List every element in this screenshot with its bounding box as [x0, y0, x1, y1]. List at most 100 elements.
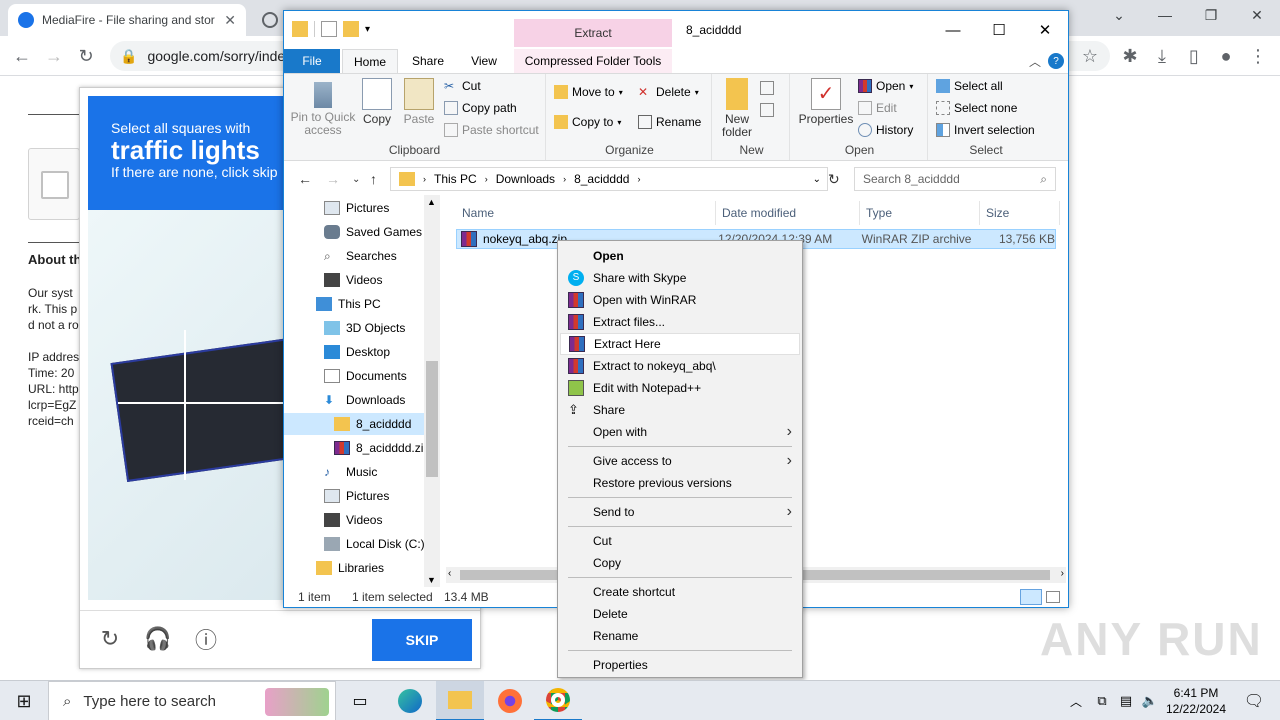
copy-path-button[interactable]: Copy path: [444, 98, 517, 118]
select-all-button[interactable]: Select all: [936, 76, 1003, 96]
bookmark-star-icon[interactable]: ☆: [1078, 44, 1102, 68]
chrome-icon[interactable]: [534, 681, 582, 720]
menu-item-cut[interactable]: Cut: [560, 530, 800, 552]
menu-item-copy[interactable]: Copy: [560, 552, 800, 574]
nav-item-desktop[interactable]: Desktop: [284, 341, 424, 363]
tab-view[interactable]: View: [458, 49, 510, 73]
tab-file[interactable]: File: [284, 49, 340, 73]
copy-button[interactable]: Copy: [360, 78, 394, 126]
column-size[interactable]: Size: [980, 201, 1060, 225]
network-icon[interactable]: ▤: [1114, 681, 1138, 720]
download-icon[interactable]: ⤓: [1150, 44, 1174, 68]
minimize-button[interactable]: —: [930, 17, 976, 43]
menu-item-open[interactable]: Open: [560, 245, 800, 267]
taskbar-search-input[interactable]: ⌕ Type here to search: [48, 681, 336, 720]
reload-challenge-icon[interactable]: ↻: [96, 625, 124, 653]
notification-icon[interactable]: 🗨: [1234, 681, 1274, 720]
volume-icon[interactable]: 🔈: [1138, 681, 1162, 720]
tab-search-icon[interactable]: ⌄: [1096, 0, 1142, 30]
breadcrumb[interactable]: › This PC › Downloads › 8_acidddd › ⌄: [390, 167, 828, 191]
menu-item-rename[interactable]: Rename: [560, 625, 800, 647]
menu-item-open-with[interactable]: Open with ›: [560, 421, 800, 443]
customize-qat-icon[interactable]: ▾: [365, 24, 370, 35]
tab-home[interactable]: Home: [342, 49, 398, 73]
tab-other[interactable]: [252, 4, 282, 36]
menu-item-share-skype[interactable]: S Share with Skype: [560, 267, 800, 289]
nav-item-8-acidddd[interactable]: 8_acidddd: [284, 413, 424, 435]
nav-scrollbar[interactable]: ▲ ▼: [424, 195, 440, 587]
edit-button[interactable]: Edit: [858, 98, 897, 118]
menu-item-notepad[interactable]: Edit with Notepad++: [560, 377, 800, 399]
close-window-icon[interactable]: ✕: [1234, 0, 1280, 30]
menu-item-extract-here[interactable]: Extract Here: [560, 333, 800, 355]
menu-item-give-access[interactable]: Give access to ›: [560, 450, 800, 472]
scroll-left-icon[interactable]: ‹: [448, 568, 451, 579]
minimize-icon[interactable]: —: [1142, 0, 1188, 30]
nav-item-3d-objects[interactable]: 3D Objects: [284, 317, 424, 339]
scroll-thumb[interactable]: [426, 361, 438, 477]
network-adapter-icon[interactable]: ⧉: [1090, 681, 1114, 720]
menu-item-open-winrar[interactable]: Open with WinRAR: [560, 289, 800, 311]
back-icon[interactable]: ←: [298, 171, 312, 187]
scroll-down-icon[interactable]: ▼: [427, 575, 436, 585]
tab-compressed-folder-tools[interactable]: Compressed Folder Tools: [514, 49, 672, 73]
file-explorer-taskbar-icon[interactable]: [436, 681, 484, 720]
pin-quick-access-button[interactable]: Pin to Quick access: [288, 78, 358, 137]
open-button[interactable]: Open ▾: [858, 76, 913, 96]
tab-share[interactable]: Share: [402, 49, 454, 73]
copy-to-button[interactable]: Copy to ▾: [554, 112, 621, 132]
nav-item-downloads[interactable]: ⬇ Downloads: [284, 389, 424, 411]
recaptcha-checkbox[interactable]: [41, 171, 69, 199]
nav-item-local-disk[interactable]: Local Disk (C:): [284, 533, 425, 555]
forward-icon[interactable]: →: [42, 44, 66, 68]
reload-icon[interactable]: ↻: [74, 44, 98, 68]
properties-icon[interactable]: [321, 21, 337, 37]
up-icon[interactable]: ↑: [370, 171, 377, 187]
new-folder-icon[interactable]: [343, 21, 359, 37]
menu-item-properties[interactable]: Properties: [560, 654, 800, 676]
profile-icon[interactable]: ●: [1214, 44, 1238, 68]
nav-item-pictures[interactable]: Pictures: [284, 197, 424, 219]
menu-item-extract-to[interactable]: Extract to nokeyq_abq\: [560, 355, 800, 377]
forward-icon[interactable]: →: [326, 171, 340, 187]
cut-button[interactable]: ✂ Cut: [444, 76, 481, 96]
delete-button[interactable]: ✕ Delete ▾: [638, 82, 699, 102]
challenge-image-grid[interactable]: [88, 210, 293, 600]
move-to-button[interactable]: Move to ▾: [554, 82, 623, 102]
extensions-icon[interactable]: ✱: [1118, 44, 1142, 68]
paste-button[interactable]: Paste: [402, 78, 436, 126]
audio-challenge-icon[interactable]: 🎧: [144, 625, 172, 653]
rename-button[interactable]: Rename: [638, 112, 701, 132]
windows-start-icon[interactable]: ⊞: [0, 681, 48, 720]
nav-item-libraries[interactable]: Libraries: [284, 557, 424, 579]
restore-icon[interactable]: ❐: [1188, 0, 1234, 30]
column-type[interactable]: Type: [860, 201, 980, 225]
new-item-button[interactable]: [760, 78, 774, 98]
info-icon[interactable]: ⓘ: [192, 625, 220, 653]
recent-locations-icon[interactable]: ⌄: [352, 174, 360, 185]
column-date[interactable]: Date modified: [716, 201, 860, 225]
easy-access-button[interactable]: [760, 100, 774, 120]
task-view-icon[interactable]: ▭: [336, 681, 384, 720]
new-folder-button[interactable]: New folder: [718, 78, 756, 139]
collapse-ribbon-icon[interactable]: ︿: [1028, 49, 1042, 73]
nav-item-8-acidddd-zip[interactable]: 8_acidddd.zip: [284, 437, 430, 459]
nav-item-videos-2[interactable]: Videos: [284, 509, 424, 531]
chevron-down-icon[interactable]: ⌄: [813, 174, 821, 185]
help-icon[interactable]: ?: [1048, 53, 1064, 69]
skip-button[interactable]: SKIP: [372, 619, 472, 661]
tab-mediafire[interactable]: MediaFire - File sharing and stor ✕: [8, 4, 246, 36]
maximize-button[interactable]: ☐: [976, 17, 1022, 43]
side-panel-icon[interactable]: ▯: [1182, 44, 1206, 68]
details-view-icon[interactable]: [1020, 589, 1042, 605]
menu-item-restore-versions[interactable]: Restore previous versions: [560, 472, 800, 494]
edge-icon[interactable]: [386, 681, 434, 720]
nav-item-videos[interactable]: Videos: [284, 269, 424, 291]
breadcrumb-downloads[interactable]: Downloads: [496, 172, 555, 186]
show-hidden-icons-chevron-up-icon[interactable]: ︿: [1062, 681, 1090, 720]
close-button[interactable]: ✕: [1022, 17, 1068, 43]
close-tab-icon[interactable]: ✕: [224, 12, 236, 29]
nav-item-music[interactable]: ♪ Music: [284, 461, 424, 483]
scroll-up-icon[interactable]: ▲: [427, 197, 436, 207]
paste-shortcut-button[interactable]: Paste shortcut: [444, 120, 539, 140]
